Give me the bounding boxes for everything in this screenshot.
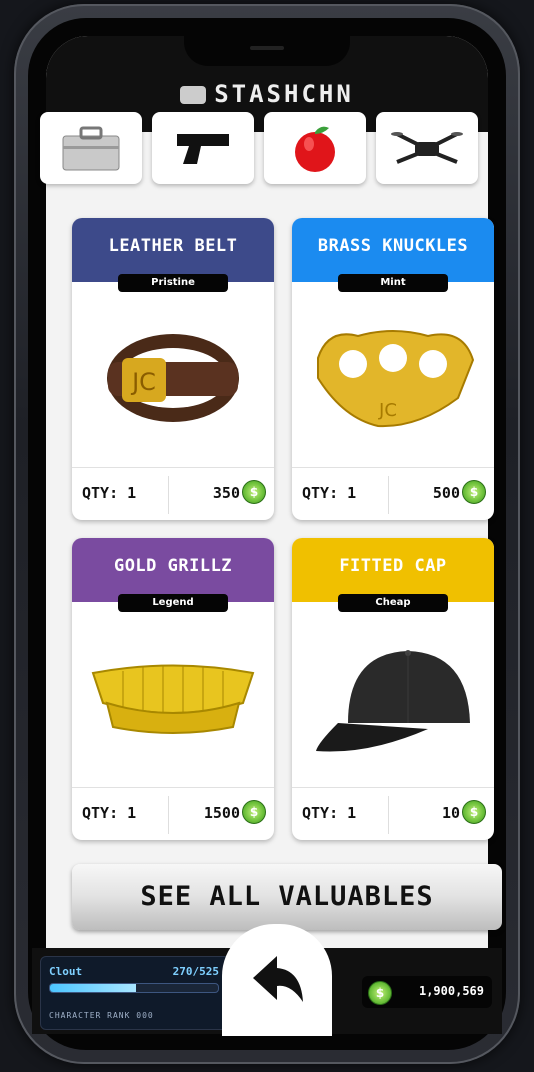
stash-logo-icon [180, 86, 207, 104]
pistol-icon [177, 134, 229, 164]
item-name: FITTED CAP [339, 556, 447, 576]
divider [168, 796, 169, 834]
rarity-badge: Mint [338, 274, 448, 292]
clout-value: 270/525 [172, 965, 219, 978]
category-apple[interactable] [264, 112, 366, 184]
coin-icon: $ [368, 981, 392, 1005]
rarity-badge: Pristine [118, 274, 228, 292]
rarity-badge: Cheap [338, 594, 448, 612]
price-label: 500 [432, 484, 460, 502]
coin-icon: $ [462, 800, 486, 824]
svg-text:JC: JC [130, 368, 156, 396]
item-name: GOLD GRILLZ [113, 556, 233, 576]
qty-label: QTY: 1 [82, 484, 137, 502]
item-card-brass-knuckles[interactable]: BRASS KNUCKLES Mint JC QTY: 1 500 $ [292, 218, 494, 520]
category-pistol[interactable] [152, 112, 254, 184]
item-card-leather-belt[interactable]: LEATHER BELT Pristine JC QTY: 1 350 $ [72, 218, 274, 520]
apple-icon [295, 126, 335, 172]
clout-status: Clout 270/525 CHARACTER RANK 000 [40, 956, 230, 1030]
coin-icon: $ [242, 800, 266, 824]
qty-label: QTY: 1 [82, 804, 137, 822]
card-footer: QTY: 1 10 $ [292, 787, 494, 840]
card-footer: QTY: 1 500 $ [292, 467, 494, 520]
item-card-fitted-cap[interactable]: FITTED CAP Cheap QTY: 1 10 $ [292, 538, 494, 840]
category-drone[interactable] [376, 112, 478, 184]
back-button[interactable] [222, 924, 332, 1036]
wallet-balance: $ 1,900,569 [362, 976, 492, 1008]
briefcase-icon [62, 126, 120, 171]
speaker [250, 46, 284, 50]
price-label: 350 [212, 484, 240, 502]
coin-icon: $ [242, 480, 266, 504]
back-arrow-icon [253, 956, 303, 1002]
drone-icon [391, 132, 463, 164]
app-title: STASHCHN [46, 80, 488, 108]
gold-grillz-icon [72, 618, 274, 778]
item-name: LEATHER BELT [108, 236, 238, 256]
brass-knuckles-icon: JC [292, 298, 494, 458]
card-header: FITTED CAP [292, 538, 494, 602]
qty-label: QTY: 1 [302, 484, 357, 502]
card-footer: QTY: 1 350 $ [72, 467, 274, 520]
price-label: 10 [441, 804, 460, 822]
clout-progress-bar [49, 983, 219, 993]
card-header: BRASS KNUCKLES [292, 218, 494, 282]
rarity-badge: Legend [118, 594, 228, 612]
price-label: 1500 [203, 804, 240, 822]
category-row [40, 112, 502, 192]
qty-label: QTY: 1 [302, 804, 357, 822]
category-briefcase[interactable] [40, 112, 142, 184]
notch [184, 36, 350, 66]
wallet-amount: 1,900,569 [418, 984, 484, 998]
divider [388, 476, 389, 514]
clout-label: Clout [49, 965, 83, 978]
svg-text:JC: JC [378, 400, 397, 421]
item-card-gold-grillz[interactable]: GOLD GRILLZ Legend QTY: 1 1500 $ [72, 538, 274, 840]
leather-belt-icon: JC [72, 298, 274, 458]
fitted-cap-icon [292, 618, 494, 778]
divider [388, 796, 389, 834]
card-header: GOLD GRILLZ [72, 538, 274, 602]
rank-subtitle: CHARACTER RANK 000 [49, 1011, 154, 1020]
coin-icon: $ [462, 480, 486, 504]
clout-progress-fill [50, 984, 136, 992]
see-all-valuables-button[interactable]: SEE ALL VALUABLES [72, 864, 502, 930]
item-name: BRASS KNUCKLES [317, 236, 469, 256]
bottom-bar: Clout 270/525 CHARACTER RANK 000 $ 1,900… [32, 924, 502, 1036]
divider [168, 476, 169, 514]
card-footer: QTY: 1 1500 $ [72, 787, 274, 840]
card-header: LEATHER BELT [72, 218, 274, 282]
